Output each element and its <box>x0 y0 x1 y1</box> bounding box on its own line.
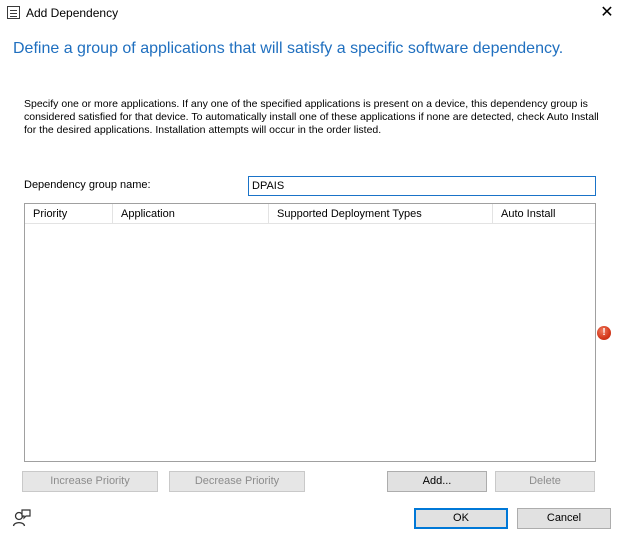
applications-list[interactable]: Priority Application Supported Deploymen… <box>24 203 596 462</box>
group-name-label: Dependency group name: <box>24 179 151 191</box>
title-bar: Add Dependency ✕ <box>0 0 622 26</box>
column-header-deployment-types[interactable]: Supported Deployment Types <box>269 204 493 224</box>
close-button[interactable]: ✕ <box>592 0 622 26</box>
column-header-application[interactable]: Application <box>113 204 269 224</box>
ok-button[interactable]: OK <box>414 508 508 529</box>
window-title: Add Dependency <box>26 6 119 20</box>
column-header-auto-install[interactable]: Auto Install <box>493 204 595 224</box>
add-button[interactable]: Add... <box>387 471 487 492</box>
delete-button[interactable]: Delete <box>495 471 595 492</box>
decrease-priority-button[interactable]: Decrease Priority <box>169 471 305 492</box>
cancel-button[interactable]: Cancel <box>517 508 611 529</box>
instructions-text: Specify one or more applications. If any… <box>24 98 599 136</box>
increase-priority-button[interactable]: Increase Priority <box>22 471 158 492</box>
column-header-priority[interactable]: Priority <box>25 204 113 224</box>
list-header: Priority Application Supported Deploymen… <box>25 204 595 224</box>
dialog-icon <box>7 6 20 19</box>
page-headline: Define a group of applications that will… <box>13 40 564 57</box>
feedback-icon[interactable] <box>12 508 32 528</box>
group-name-input[interactable] <box>248 176 596 196</box>
error-icon: ! <box>597 326 611 340</box>
